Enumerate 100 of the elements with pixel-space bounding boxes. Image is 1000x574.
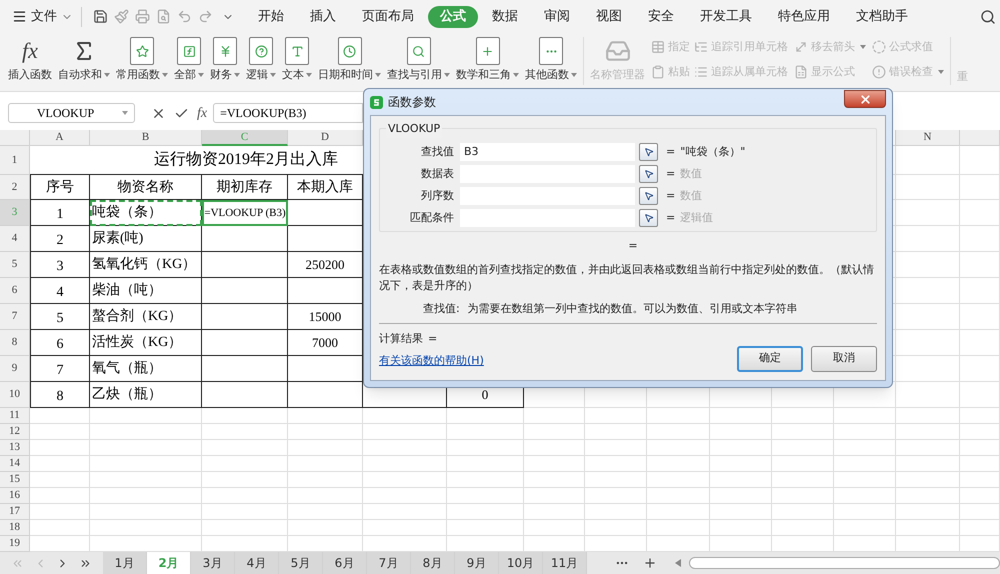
empty-cell[interactable] — [288, 440, 363, 456]
function-category-button[interactable]: 常用函数 — [116, 37, 168, 84]
argument-field[interactable]: B3 — [460, 143, 635, 161]
empty-cell[interactable] — [896, 424, 960, 440]
table-cell[interactable] — [202, 330, 288, 356]
save-icon[interactable] — [93, 9, 108, 24]
empty-cell[interactable] — [585, 472, 647, 488]
empty-cell[interactable] — [585, 440, 647, 456]
empty-cell[interactable] — [710, 456, 772, 472]
empty-cell[interactable] — [202, 488, 288, 504]
empty-cell[interactable] — [896, 520, 960, 536]
empty-cell[interactable] — [772, 472, 834, 488]
empty-cell[interactable] — [202, 520, 288, 536]
sheet-tab[interactable]: 7月 — [367, 552, 411, 574]
empty-cell[interactable] — [960, 504, 1000, 520]
search-icon[interactable] — [980, 8, 996, 24]
ribbon-tab[interactable]: 插入 — [298, 6, 348, 28]
range-select-button[interactable] — [639, 165, 658, 183]
empty-cell[interactable] — [90, 472, 202, 488]
empty-cell[interactable] — [710, 440, 772, 456]
sheet-tab[interactable]: 1月 — [103, 552, 147, 574]
function-category-button[interactable]: 全部 — [174, 37, 204, 84]
empty-cell[interactable] — [960, 356, 1000, 382]
empty-cell[interactable] — [524, 440, 585, 456]
row-header[interactable]: 14 — [0, 456, 30, 472]
row-header[interactable]: 4 — [0, 226, 30, 252]
empty-cell[interactable] — [288, 408, 363, 424]
empty-cell[interactable] — [896, 472, 960, 488]
ribbon-tab[interactable]: 安全 — [636, 6, 686, 28]
empty-cell[interactable] — [960, 226, 1000, 252]
empty-cell[interactable] — [896, 456, 960, 472]
empty-cell[interactable] — [960, 146, 1000, 175]
table-cell[interactable] — [202, 278, 288, 304]
ribbon-tab[interactable]: 页面布局 — [350, 6, 426, 28]
ribbon-tab[interactable]: 视图 — [584, 6, 634, 28]
empty-cell[interactable] — [447, 408, 524, 424]
empty-cell[interactable] — [710, 504, 772, 520]
empty-cell[interactable] — [90, 504, 202, 520]
empty-cell[interactable] — [447, 472, 524, 488]
empty-cell[interactable] — [585, 488, 647, 504]
empty-cell[interactable] — [896, 408, 960, 424]
empty-cell[interactable] — [363, 472, 447, 488]
sheet-tab[interactable]: 10月 — [499, 552, 543, 574]
empty-cell[interactable] — [90, 456, 202, 472]
empty-cell[interactable] — [585, 424, 647, 440]
empty-cell[interactable] — [896, 440, 960, 456]
empty-cell[interactable] — [960, 520, 1000, 536]
empty-cell[interactable] — [834, 456, 896, 472]
empty-cell[interactable] — [834, 408, 896, 424]
empty-cell[interactable] — [447, 520, 524, 536]
insert-function-button[interactable]: fx — [197, 102, 208, 124]
function-category-button[interactable]: 查找与引用 — [387, 37, 450, 84]
empty-cell[interactable] — [447, 504, 524, 520]
empty-cell[interactable] — [960, 424, 1000, 440]
function-category-button[interactable]: 其他函数 — [525, 37, 577, 84]
empty-cell[interactable] — [288, 456, 363, 472]
empty-cell[interactable] — [447, 440, 524, 456]
empty-cell[interactable] — [202, 472, 288, 488]
empty-cell[interactable] — [960, 278, 1000, 304]
row-header[interactable]: 10 — [0, 382, 30, 408]
empty-cell[interactable] — [202, 408, 288, 424]
function-category-button[interactable]: 日期和时间 — [318, 37, 381, 84]
empty-cell[interactable] — [896, 304, 960, 330]
empty-cell[interactable] — [896, 278, 960, 304]
row-header[interactable]: 5 — [0, 252, 30, 278]
row-header[interactable]: 1 — [0, 146, 30, 175]
dialog-button[interactable]: 确定 — [737, 346, 803, 372]
empty-cell[interactable] — [647, 440, 710, 456]
empty-cell[interactable] — [647, 520, 710, 536]
column-header[interactable]: A — [30, 130, 90, 146]
empty-cell[interactable] — [960, 472, 1000, 488]
empty-cell[interactable] — [960, 488, 1000, 504]
empty-cell[interactable] — [960, 440, 1000, 456]
redo-icon[interactable] — [198, 9, 213, 24]
empty-cell[interactable] — [960, 408, 1000, 424]
table-cell[interactable]: =VLOOKUP (B3) — [202, 200, 288, 226]
empty-cell[interactable] — [896, 504, 960, 520]
empty-cell[interactable] — [960, 330, 1000, 356]
empty-cell[interactable] — [524, 456, 585, 472]
empty-cell[interactable] — [896, 488, 960, 504]
brush-icon[interactable] — [114, 9, 129, 24]
ribbon-tab[interactable]: 开始 — [246, 6, 296, 28]
empty-cell[interactable] — [710, 472, 772, 488]
empty-cell[interactable] — [772, 456, 834, 472]
empty-cell[interactable] — [288, 424, 363, 440]
empty-cell[interactable] — [896, 200, 960, 226]
empty-cell[interactable] — [772, 520, 834, 536]
empty-cell[interactable] — [202, 440, 288, 456]
file-menu[interactable]: 文件 — [12, 6, 73, 26]
name-box[interactable]: VLOOKUP — [8, 103, 135, 123]
sheet-tab[interactable]: 9月 — [455, 552, 499, 574]
row-header[interactable]: 19 — [0, 536, 30, 552]
row-header[interactable]: 15 — [0, 472, 30, 488]
column-header[interactable]: D — [288, 130, 363, 146]
empty-cell[interactable] — [710, 424, 772, 440]
dialog-button[interactable]: 取消 — [811, 346, 877, 372]
empty-cell[interactable] — [772, 504, 834, 520]
empty-cell[interactable] — [960, 382, 1000, 408]
function-category-button[interactable]: 逻辑 — [246, 37, 276, 84]
empty-cell[interactable] — [960, 175, 1000, 200]
